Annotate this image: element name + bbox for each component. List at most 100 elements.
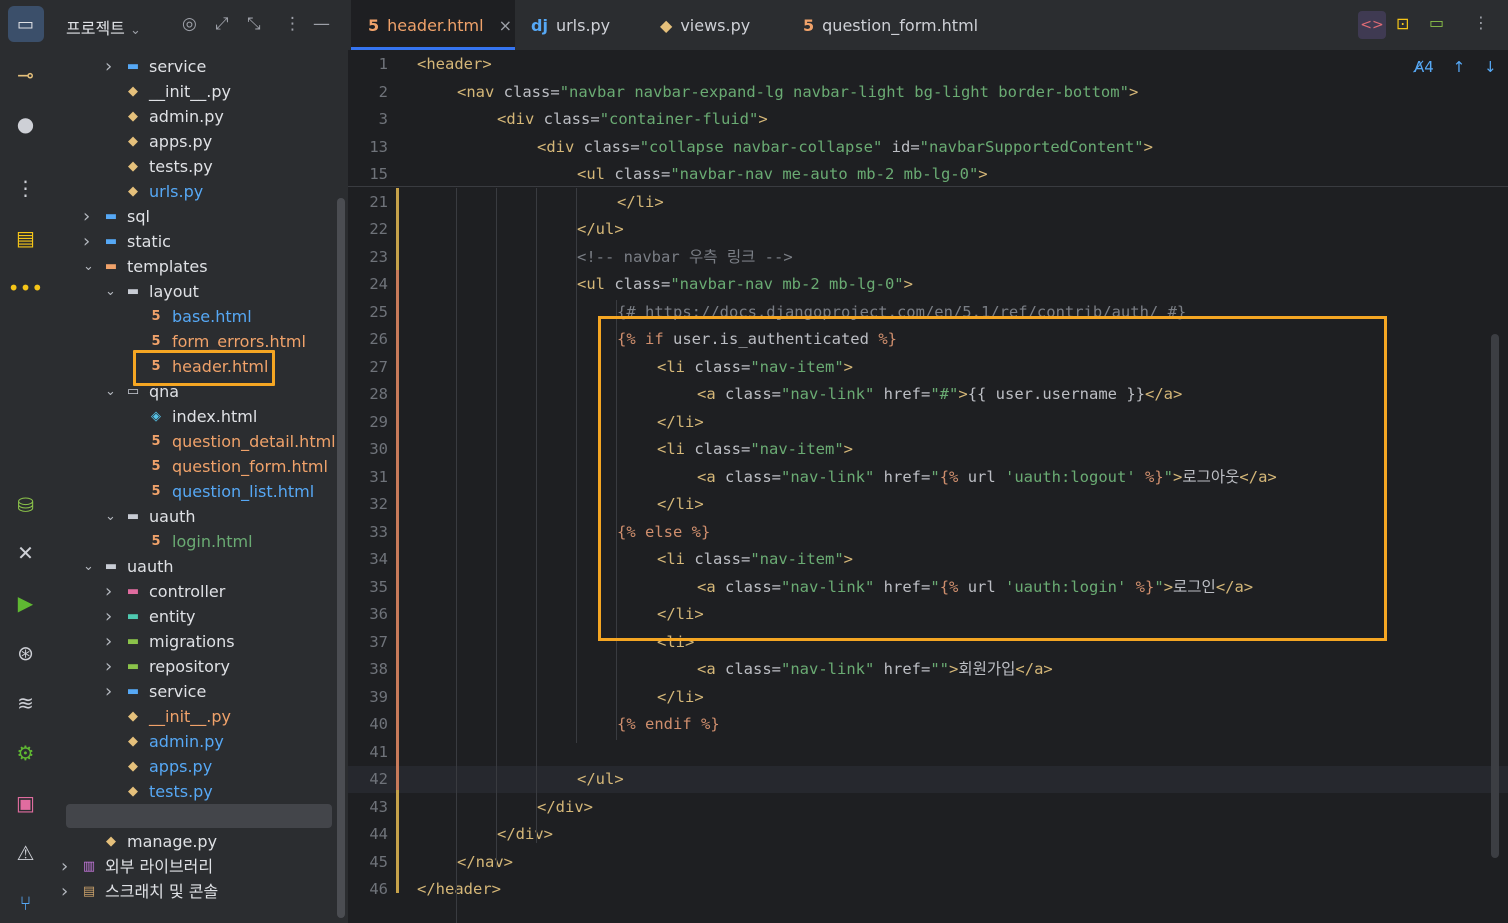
tree-item[interactable]: ⌄ ▬ uauth [51, 504, 337, 529]
tree-item[interactable]: ◆ __init__.py [51, 704, 337, 729]
tree-item[interactable]: ◆ admin.py [51, 104, 337, 129]
tree-item[interactable]: › ▤ 스크래치 및 콘솔 [51, 879, 337, 904]
chevron-right-icon[interactable]: › [105, 54, 112, 79]
indent-guide [576, 188, 577, 743]
tree-item[interactable]: ◈ index.html [51, 404, 337, 429]
tree-item[interactable]: › ▬ service [51, 679, 337, 704]
code-line[interactable]: 38 <a class="nav-link" href="">회원가입</a> [348, 656, 1508, 683]
chevron-right-icon[interactable]: › [105, 679, 112, 704]
tree-item[interactable]: › ▬ controller [51, 579, 337, 604]
code-line[interactable]: 41 [348, 739, 1508, 766]
chevron-right-icon[interactable]: › [105, 604, 112, 629]
tab-urls-py[interactable]: dj urls.py [531, 0, 610, 50]
chevron-right-icon[interactable]: › [61, 854, 68, 879]
code-line[interactable]: 22 </ul> [348, 216, 1508, 243]
run-tool-button[interactable]: ▶ [0, 583, 51, 623]
tree-item[interactable]: › ▬ entity [51, 604, 337, 629]
code-line[interactable]: 2 <nav class="navbar navbar-expand-lg nav… [348, 79, 1508, 106]
tree-item[interactable]: › ▬ static [51, 229, 337, 254]
tab-views-py[interactable]: ◆ views.py [660, 0, 750, 50]
problems-tool-button[interactable]: ⚠ [0, 833, 51, 873]
project-panel-title[interactable]: 프로젝트 ⌄ [66, 15, 141, 39]
tree-item[interactable]: › ▬ service [51, 54, 337, 79]
change-marker[interactable] [396, 270, 399, 790]
tree-item[interactable]: ⌄ ▬ layout [51, 279, 337, 304]
commit-tool-button[interactable]: ⊸ [0, 55, 51, 95]
collapse-all-icon[interactable]: ⤡ [247, 14, 261, 34]
tree-item[interactable]: 5 login.html [51, 529, 337, 554]
project-tool-button[interactable]: ▭ [0, 4, 51, 44]
more-tools-button[interactable]: ••• [0, 268, 51, 308]
code-line[interactable]: 24 <ul class="navbar-nav mb-2 mb-lg-0"> [348, 271, 1508, 298]
git-tool-button[interactable]: ⑂ [0, 883, 51, 923]
code-line[interactable]: 46 </header> [348, 876, 1508, 903]
tree-item[interactable]: › ▬ repository [51, 654, 337, 679]
tree-item[interactable]: 5 question_detail.html [51, 429, 337, 454]
tree-item[interactable]: › ▬ migrations [51, 629, 337, 654]
split-view-button[interactable]: ⊡ [1396, 14, 1409, 33]
code-line[interactable]: 39 </li> [348, 684, 1508, 711]
layers-tool-button[interactable]: ≋ [0, 683, 51, 723]
code-line[interactable]: 44 </div> [348, 821, 1508, 848]
preview-button[interactable]: ▭ [1429, 13, 1444, 32]
chevron-down-icon[interactable]: ⌄ [105, 504, 116, 529]
tree-item[interactable]: ◆ urls.py [51, 179, 337, 204]
settings-tool-button[interactable]: ⚙ [0, 733, 51, 773]
tab-options-button[interactable]: ⋮ [1473, 13, 1489, 32]
code-line[interactable]: 45 </nav> [348, 849, 1508, 876]
options-menu-icon[interactable]: ⋮ [284, 14, 301, 34]
python-console-button[interactable]: ⊛ [0, 633, 51, 673]
editor-scrollbar[interactable] [1491, 334, 1499, 858]
tree-item[interactable]: ◆ apps.py [51, 129, 337, 154]
tree-item[interactable]: ◆ tests.py [51, 154, 337, 179]
database-tool-button[interactable]: ⛁ [0, 485, 51, 525]
github-tool-button[interactable]: ● [0, 104, 51, 144]
tree-item[interactable]: ⌄ ▬ templates [51, 254, 337, 279]
inspection-widget[interactable]: A̸4 ↑ ↓ [1414, 58, 1497, 76]
code-line[interactable]: 3 <div class="container-fluid"> [348, 106, 1508, 133]
project-scrollbar[interactable] [337, 198, 345, 918]
services-tool-button[interactable]: ▤ [0, 218, 51, 258]
excel-tool-button[interactable]: ✕ [0, 533, 51, 573]
structure-tool-button[interactable]: ⋮ [0, 168, 51, 208]
tree-item[interactable]: ◆ manage.py [51, 829, 337, 854]
tree-item[interactable]: ⌄ ▬ uauth [51, 554, 337, 579]
code-line[interactable]: 13 <div class="collapse navbar-collapse" … [348, 134, 1508, 161]
locate-file-icon[interactable]: ◎ [182, 14, 197, 34]
hide-panel-icon[interactable]: — [313, 14, 330, 34]
code-line[interactable]: 42 </ul> [348, 766, 1508, 793]
chevron-down-icon[interactable]: ⌄ [83, 254, 94, 279]
expand-all-icon[interactable]: ⤢ [215, 14, 229, 34]
next-problem-icon[interactable]: ↓ [1484, 58, 1497, 76]
chevron-right-icon[interactable]: › [83, 229, 90, 254]
tree-item[interactable]: › ▬ sql [51, 204, 337, 229]
code-line[interactable]: 43 </div> [348, 794, 1508, 821]
chevron-right-icon[interactable]: › [105, 654, 112, 679]
tree-item[interactable]: 5 base.html [51, 304, 337, 329]
tree-item[interactable]: › ▥ 외부 라이브러리 [51, 854, 337, 879]
tree-item[interactable]: ◆ tests.py [51, 779, 337, 804]
code-line[interactable]: 23 <!-- navbar 우측 링크 --> [348, 244, 1508, 271]
chevron-down-icon[interactable]: ⌄ [105, 379, 116, 404]
terminal-tool-button[interactable]: ▣ [0, 783, 51, 823]
tree-item[interactable]: 5 question_form.html [51, 454, 337, 479]
chevron-right-icon[interactable]: › [105, 629, 112, 654]
chevron-right-icon[interactable]: › [83, 204, 90, 229]
code-line[interactable]: 15 <ul class="navbar-nav me-auto mb-2 mb-… [348, 161, 1508, 188]
chevron-right-icon[interactable]: › [61, 879, 68, 904]
code-line[interactable]: 40 {% endif %} [348, 711, 1508, 738]
tree-item[interactable]: ◆ admin.py [51, 729, 337, 754]
code-view-toggle[interactable]: <> [1358, 11, 1386, 39]
tab-header-html[interactable]: 5 header.html × [351, 0, 515, 50]
close-tab-icon[interactable]: × [499, 16, 512, 35]
code-line[interactable]: 21 </li> [348, 189, 1508, 216]
tree-item[interactable]: ◆ __init__.py [51, 79, 337, 104]
tab-question-form-html[interactable]: 5 question_form.html [803, 0, 978, 50]
chevron-down-icon[interactable]: ⌄ [105, 279, 116, 304]
tree-item[interactable]: 5 question_list.html [51, 479, 337, 504]
chevron-right-icon[interactable]: › [105, 579, 112, 604]
code-line[interactable]: 1 <header> [348, 51, 1508, 78]
tree-item[interactable]: ◆ apps.py [51, 754, 337, 779]
prev-problem-icon[interactable]: ↑ [1453, 58, 1466, 76]
chevron-down-icon[interactable]: ⌄ [83, 554, 94, 579]
